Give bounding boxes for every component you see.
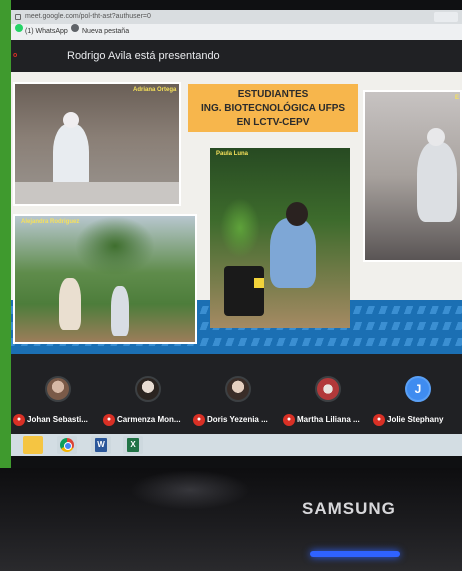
participant-name: Martha Liliana ... xyxy=(297,415,360,424)
participant-tile[interactable]: ● Martha Liliana ... xyxy=(283,354,373,434)
slide-title-line-3: EN LCTV-CEPV xyxy=(236,117,310,128)
mic-off-icon: ● xyxy=(103,414,115,426)
screen-reflection xyxy=(130,470,250,510)
avatar: J xyxy=(405,376,431,402)
bookmark-new-tab[interactable]: Nueva pestaña xyxy=(82,24,129,40)
slide-title: ESTUDIANTES ING. BIOTECNOLÓGICA UFPS EN … xyxy=(188,84,358,132)
power-light xyxy=(310,551,400,557)
mic-off-icon: ● xyxy=(193,414,205,426)
participant-tile[interactable]: ● Doris Yezenia ... xyxy=(193,354,283,434)
file-explorer-icon[interactable] xyxy=(23,436,43,454)
slide-title-line-1: ESTUDIANTES xyxy=(237,89,309,100)
presenting-text: Rodrigo Avila está presentando xyxy=(67,50,220,62)
avatar xyxy=(225,376,251,402)
caption-palm: Alejandra Rodriguez xyxy=(21,219,80,225)
slide-title-line-2: ING. BIOTECNOLÓGICA UFPS xyxy=(200,103,346,114)
windows-taskbar: W X xyxy=(11,434,462,456)
avatar xyxy=(45,376,71,402)
photo-lab-student: Adriana Ortega xyxy=(13,82,181,206)
photo-hood-student: E xyxy=(363,90,462,262)
globe-icon xyxy=(71,24,79,32)
caption-lab: Adriana Ortega xyxy=(133,87,177,93)
monitor-screen: meet.google.com/pol-tht-ast?authuser=0 (… xyxy=(11,0,462,468)
participant-name: Johan Sebasti... xyxy=(27,415,88,424)
url-text: meet.google.com/pol-tht-ast?authuser=0 xyxy=(25,13,151,20)
mic-off-icon: ● xyxy=(283,414,295,426)
bookmarks-bar: (1) WhatsApp Nueva pestaña xyxy=(11,24,462,40)
participant-name: Doris Yezenia ... xyxy=(207,415,268,424)
address-bar[interactable]: meet.google.com/pol-tht-ast?authuser=0 xyxy=(11,10,462,24)
presenting-indicator-icon: o xyxy=(13,52,18,59)
avatar xyxy=(315,376,341,402)
photo-plant-student: Paula Luna xyxy=(210,148,350,328)
participant-name: Jolie Stephany xyxy=(387,415,444,424)
mic-off-icon: ● xyxy=(373,414,385,426)
participants-strip: ● Johan Sebasti... ● Carmenza Mon... ● D… xyxy=(11,354,462,434)
participant-name: Carmenza Mon... xyxy=(117,415,181,424)
excel-icon[interactable]: X xyxy=(123,436,143,454)
shared-slide: Adriana Ortega ESTUDIANTES ING. BIOTECNO… xyxy=(11,72,462,354)
participant-tile[interactable]: J ● Jolie Stephany xyxy=(373,354,462,434)
lock-icon xyxy=(15,14,21,20)
monitor-brand-logo: SAMSUNG xyxy=(302,499,396,518)
photo-palm-field: Alejandra Rodriguez xyxy=(13,214,197,344)
chrome-icon[interactable] xyxy=(57,436,77,454)
browser-action-button[interactable] xyxy=(434,12,458,22)
word-icon[interactable]: W xyxy=(91,436,111,454)
whatsapp-icon xyxy=(15,24,23,32)
caption-plant: Paula Luna xyxy=(216,151,249,157)
mic-off-icon: ● xyxy=(13,414,25,426)
avatar xyxy=(135,376,161,402)
caption-hood: E xyxy=(455,95,460,101)
participant-tile[interactable]: ● Johan Sebasti... xyxy=(13,354,103,434)
bookmark-whatsapp[interactable]: (1) WhatsApp xyxy=(25,24,68,40)
participant-tile[interactable]: ● Carmenza Mon... xyxy=(103,354,193,434)
meet-presenting-bar: o Rodrigo Avila está presentando xyxy=(11,40,462,72)
